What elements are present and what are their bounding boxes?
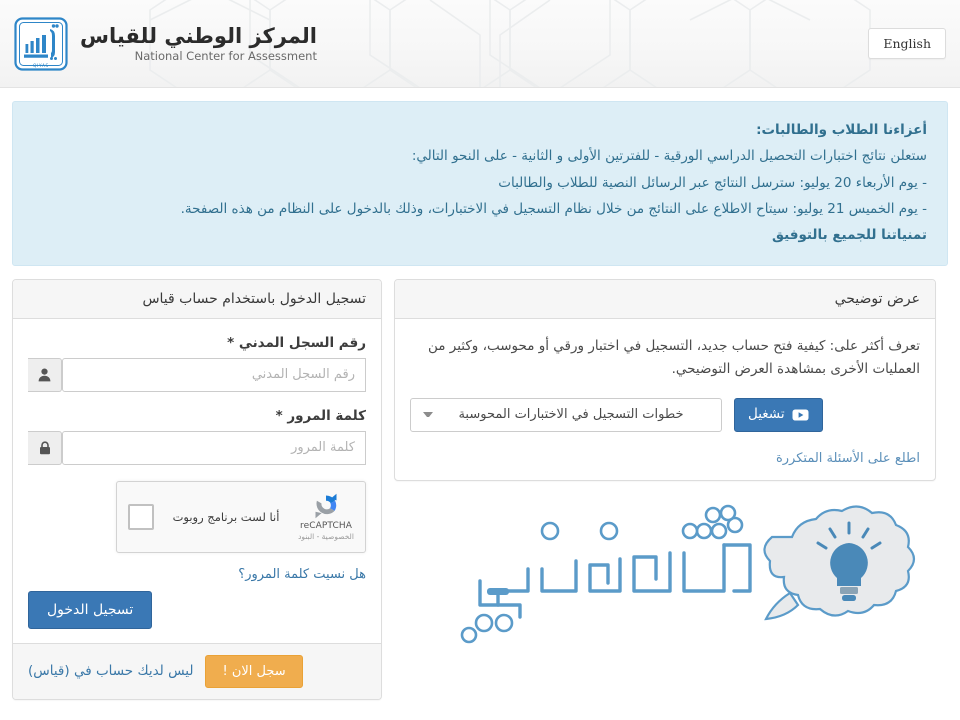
recaptcha-terms[interactable]: الخصوصية - البنود [298,532,354,541]
civil-id-input[interactable] [62,357,366,392]
password-input[interactable] [62,430,366,465]
announcement-line: أعزاءنا الطلاب والطالبات: [756,122,927,138]
login-panel-footer: ليس لديك حساب في (قياس) سجل الان ! [13,642,381,699]
lock-icon [28,430,62,465]
speech-bubble-bulb-icon [763,505,916,621]
civil-id-label: رقم السجل المدني * [227,334,366,351]
chevron-down-icon [423,412,433,418]
language-switch-button[interactable]: English [868,28,946,59]
login-panel-title: تسجيل الدخول باستخدام حساب قياس [13,279,381,319]
forgot-password-link[interactable]: هل نسيت كلمة المرور؟ [238,567,366,582]
play-demo-button[interactable]: تشغيل [734,398,823,432]
qiyas-logo-icon: QIYAS [14,16,68,71]
recaptcha-widget[interactable]: أنا لست برنامج روبوت reCAPTCHA الخصوصية … [116,480,366,553]
demo-panel-title: عرض توضيحي [395,279,935,319]
svg-text:QIYAS: QIYAS [33,63,49,69]
wordmark-dots [460,504,744,644]
recaptcha-branding: reCAPTCHA الخصوصية - البنود [298,492,354,541]
brand-title-arabic: المركز الوطني للقياس [80,23,317,48]
faq-link[interactable]: اطلع على الأسئلة المتكررة [776,451,920,466]
demo-description: تعرف أكثر على: كيفية فتح حساب جديد، التس… [427,337,920,378]
brand: QIYAS المركز الوطني للقياس National Cent… [14,16,317,71]
announcement-banner: أعزاءنا الطلاب والطالبات: ستعلن نتائج اخ… [12,101,948,266]
play-button-label: تشغيل [748,406,785,423]
demo-panel: عرض توضيحي تعرف أكثر على: كيفية فتح حساب… [394,278,936,481]
announcement-line: - يوم الأربعاء 20 يوليو: سترسل النتائج ع… [498,174,927,191]
demo-video-select[interactable]: خطوات التسجيل في الاختبارات المحوسبة [410,397,722,432]
announcement-line: - يوم الخميس 21 يوليو: سيتاح الاطلاع على… [180,200,927,217]
main-content: تسجيل الدخول باستخدام حساب قياس رقم السج… [0,266,960,700]
wordmark-accent-bar [487,587,509,595]
recaptcha-brand-name: reCAPTCHA [300,520,352,531]
recaptcha-checkbox[interactable] [128,503,154,530]
no-account-text: ليس لديك حساب في (قياس) [28,663,194,680]
announcement-line: ستعلن نتائج اختبارات التحصيل الدراسي الو… [411,148,927,165]
brand-title-english: National Center for Assessment [134,48,317,63]
login-panel: تسجيل الدخول باستخدام حساب قياس رقم السج… [12,278,382,700]
demo-select-value: خطوات التسجيل في الاختبارات المحوسبة [458,407,684,423]
site-header: QIYAS المركز الوطني للقياس National Cent… [0,0,960,88]
thaqefni-wordmark [478,543,752,619]
user-icon [28,357,62,392]
login-submit-button[interactable]: تسجيل الدخول [28,590,153,629]
announcement-line: تمنياتنا للجميع بالتوفيق [771,227,927,244]
recaptcha-logo-icon [315,493,337,519]
civil-id-input-group[interactable] [28,357,366,392]
password-input-group[interactable] [28,430,366,465]
register-now-button[interactable]: سجل الان ! [205,654,303,688]
thaqefni-illustration [394,495,936,645]
play-icon [792,409,809,421]
recaptcha-label: أنا لست برنامج روبوت [172,509,280,524]
password-label: كلمة المرور * [275,407,366,424]
